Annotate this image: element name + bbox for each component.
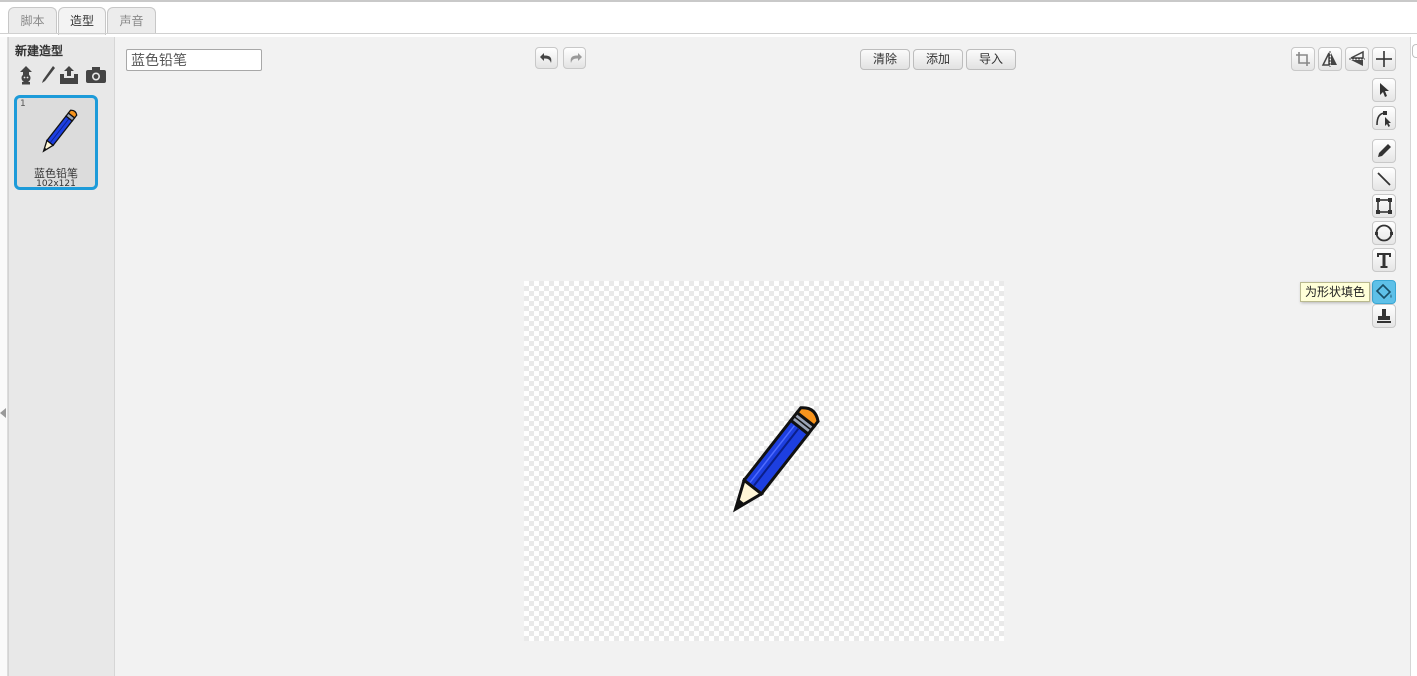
text-tool-button[interactable] [1372,248,1396,272]
new-costume-label: 新建造型 [15,44,64,58]
collapse-arrow-icon[interactable] [0,408,6,418]
redo-button[interactable] [563,47,586,69]
scratch-costume-editor: 脚本 造型 声音 新建造型 1 蓝色铅笔 102x121 蓝色铅笔 清除 添加 … [0,0,1417,676]
ellipse-tool-button[interactable] [1372,221,1396,245]
reshape-icon [1376,111,1391,127]
add-button[interactable]: 添加 [913,49,963,70]
stamp-tool-button[interactable] [1372,304,1396,328]
fill-icon [1375,283,1392,300]
upload-file-icon[interactable] [58,64,80,86]
import-button[interactable]: 导入 [966,49,1016,70]
undo-button[interactable] [535,47,558,69]
paint-new-icon[interactable] [37,64,59,86]
camera-icon[interactable] [85,64,107,86]
tab-scripts[interactable]: 脚本 [8,7,57,34]
set-costume-center-icon [1376,51,1392,67]
right-edge-strip [1410,37,1417,676]
tool-tooltip: 为形状填色 [1300,282,1371,302]
drawing-canvas[interactable] [524,281,1004,641]
pencil-icon [1378,144,1391,157]
rectangle-icon [1376,198,1392,214]
ellipse-icon [1375,224,1393,242]
choose-from-library-icon[interactable] [15,64,37,86]
costume-name-input[interactable] [126,49,262,71]
reshape-tool-button[interactable] [1372,106,1396,130]
line-icon [1377,172,1391,186]
flip-horizontal-button[interactable] [1318,47,1342,71]
tab-costumes[interactable]: 造型 [58,7,106,35]
costume-thumbnail-pencil [42,109,78,153]
pencil-tool-button[interactable] [1372,139,1396,163]
costume-item[interactable]: 1 蓝色铅笔 102x121 [14,95,98,190]
redo-icon [570,53,582,63]
costume-size: 102x121 [36,179,76,189]
left-collapse-strip [0,37,8,676]
flip-vertical-icon [1349,50,1365,66]
right-edge-knob[interactable] [1412,44,1417,58]
flip-horizontal-icon [1321,51,1337,67]
set-costume-center-button[interactable] [1372,47,1396,71]
crop-icon [1296,52,1310,66]
window-top-border [0,0,1417,2]
undo-icon [539,53,551,63]
crop-button[interactable] [1291,47,1315,71]
tab-sounds[interactable]: 声音 [107,7,156,34]
clear-button[interactable]: 清除 [860,49,910,70]
blue-pencil-drawing [732,406,820,513]
tabs-divider [0,33,1417,34]
select-icon [1380,83,1389,97]
costume-number: 1 [20,99,26,109]
rectangle-tool-button[interactable] [1372,194,1396,218]
line-tool-button[interactable] [1372,167,1396,191]
stamp-icon [1377,309,1391,323]
flip-vertical-button[interactable] [1345,47,1369,71]
fill-tool-button[interactable] [1372,280,1396,304]
text-icon [1377,253,1391,268]
select-tool-button[interactable] [1372,78,1396,102]
